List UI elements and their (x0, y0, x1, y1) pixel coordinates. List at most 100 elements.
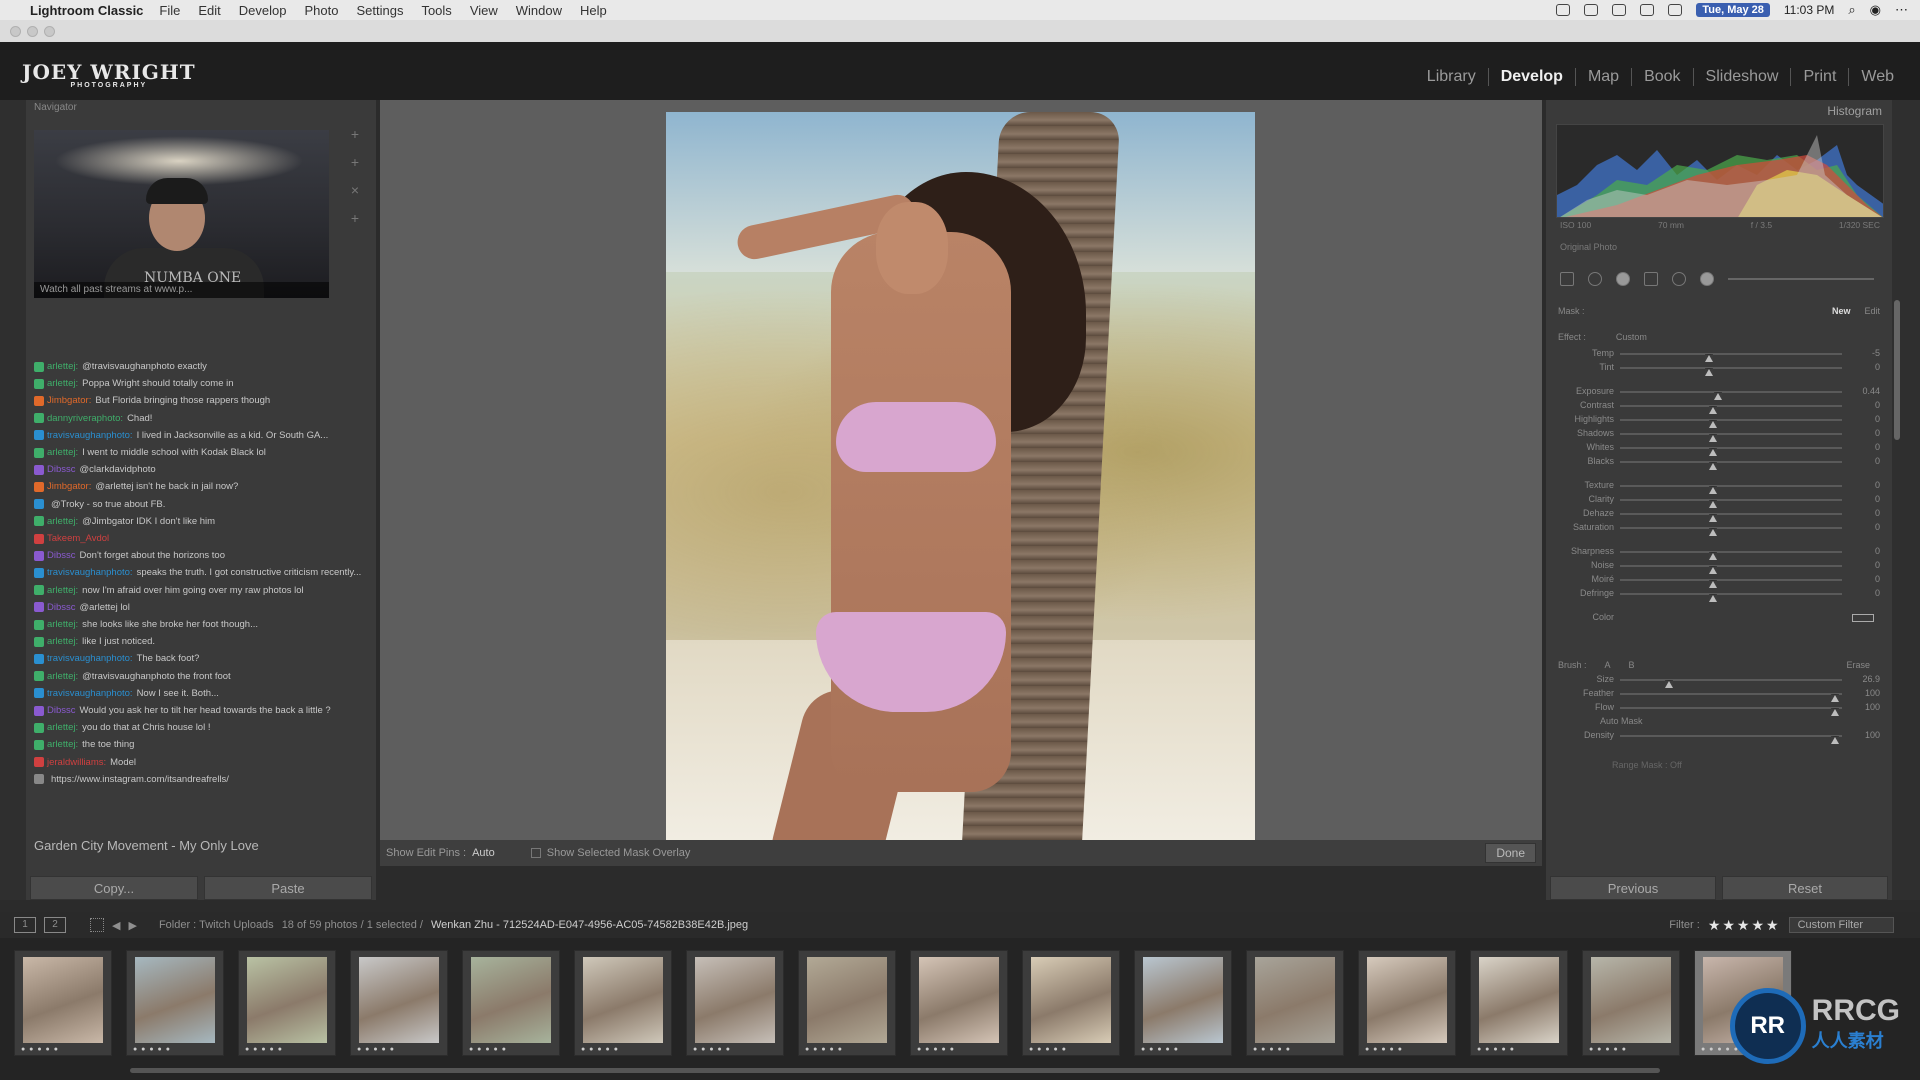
radial-filter-icon[interactable] (1672, 272, 1686, 286)
module-develop[interactable]: Develop (1487, 68, 1575, 86)
folder-path[interactable]: Folder : Twitch Uploads (159, 919, 274, 931)
slider-thumb[interactable] (1664, 680, 1673, 688)
slider-thumb[interactable] (1709, 594, 1718, 602)
slider-value[interactable]: 0 (1840, 560, 1880, 570)
slider-track[interactable] (1620, 565, 1842, 574)
slider-flow[interactable]: Flow 100 (1554, 702, 1888, 716)
filmstrip-thumbnail[interactable]: ● ● ● ● ● (1358, 950, 1456, 1056)
slider-thumb[interactable] (1831, 694, 1840, 702)
slider-value[interactable]: 0 (1840, 480, 1880, 490)
chat-username[interactable]: travisvaughanphoto: (47, 650, 133, 667)
slider-thumb[interactable] (1713, 392, 1722, 400)
module-print[interactable]: Print (1790, 68, 1848, 86)
slider-exposure[interactable]: Exposure 0.44 (1554, 386, 1888, 400)
menu-help[interactable]: Help (580, 3, 607, 18)
chat-username[interactable]: Jimbgator: (47, 478, 91, 495)
slider-track[interactable] (1620, 419, 1842, 428)
slider-contrast[interactable]: Contrast 0 (1554, 400, 1888, 414)
slider-value[interactable]: 0 (1840, 522, 1880, 532)
slider-value[interactable]: 0 (1840, 456, 1880, 466)
slider-thumb[interactable] (1709, 420, 1718, 428)
info-icon[interactable] (1612, 4, 1627, 16)
chat-username[interactable]: Dibssc (47, 461, 76, 478)
slider-value[interactable]: 0 (1840, 546, 1880, 556)
slider-size[interactable]: Size 26.9 (1554, 674, 1888, 688)
slider-thumb[interactable] (1709, 528, 1718, 536)
edit-pins-select[interactable]: Auto (472, 847, 495, 859)
navigator-preview[interactable]: NUMBA ONE Watch all past streams at www.… (34, 130, 329, 298)
auto-mask-checkbox[interactable]: Auto Mask (1600, 716, 1643, 726)
slider-blacks[interactable]: Blacks 0 (1554, 456, 1888, 470)
chat-username[interactable]: arlettej: (47, 375, 78, 392)
slider-thumb[interactable] (1831, 708, 1840, 716)
wifi-icon[interactable] (1668, 4, 1683, 16)
slider-value[interactable]: 0 (1840, 414, 1880, 424)
slider-highlights[interactable]: Highlights 0 (1554, 414, 1888, 428)
slider-thumb[interactable] (1831, 736, 1840, 744)
graduated-filter-icon[interactable] (1644, 272, 1658, 286)
custom-filter-select[interactable]: Custom Filter (1788, 917, 1894, 933)
effect-select[interactable]: Custom (1616, 332, 1647, 342)
slider-value[interactable]: -5 (1840, 348, 1880, 358)
slider-saturation[interactable]: Saturation 0 (1554, 522, 1888, 536)
slider-temp[interactable]: Temp -5 (1554, 348, 1888, 362)
spot-removal-icon[interactable] (1588, 272, 1602, 286)
slider-track[interactable] (1620, 391, 1842, 400)
chat-username[interactable]: Dibssc (47, 702, 76, 719)
mask-overlay-checkbox[interactable] (530, 848, 541, 858)
left-panel-edge[interactable] (0, 100, 26, 900)
chat-username[interactable]: arlettej: (47, 358, 78, 375)
menu-settings[interactable]: Settings (356, 3, 403, 18)
slider-track[interactable] (1620, 551, 1842, 560)
slider-density[interactable]: Density 100 (1554, 730, 1888, 744)
slider-thumb[interactable] (1709, 552, 1718, 560)
slider-whites[interactable]: Whites 0 (1554, 442, 1888, 456)
histogram-header[interactable]: Histogram (1546, 100, 1892, 122)
chat-username[interactable]: Dibssc (47, 547, 76, 564)
slider-value[interactable]: 0.44 (1840, 386, 1880, 396)
slider-defringe[interactable]: Defringe 0 (1554, 588, 1888, 602)
search-icon[interactable]: ⌕ (1848, 2, 1855, 18)
filmstrip-thumbnail[interactable]: ● ● ● ● ● (1470, 950, 1568, 1056)
slider-value[interactable]: 26.9 (1840, 674, 1880, 684)
chat-username[interactable]: arlettej: (47, 616, 78, 633)
filmstrip-thumbnail[interactable]: ● ● ● ● ● (126, 950, 224, 1056)
slider-track[interactable] (1620, 433, 1842, 442)
menu-view[interactable]: View (470, 3, 498, 18)
chat-username[interactable]: travisvaughanphoto: (47, 564, 133, 581)
histogram-graph[interactable] (1556, 124, 1884, 218)
filmstrip-thumbnail[interactable]: ● ● ● ● ● (1246, 950, 1344, 1056)
slider-track[interactable] (1620, 735, 1842, 744)
slider-value[interactable]: 0 (1840, 494, 1880, 504)
zoom-window-button[interactable] (44, 25, 55, 37)
slider-track[interactable] (1620, 579, 1842, 588)
menu-file[interactable]: File (159, 3, 180, 18)
slider-track[interactable] (1620, 461, 1842, 470)
close-icon[interactable]: × (351, 182, 359, 198)
paste-button[interactable]: Paste (204, 876, 372, 900)
menu-photo[interactable]: Photo (304, 3, 338, 18)
slider-track[interactable] (1620, 499, 1842, 508)
chat-username[interactable]: dannyriveraphoto: (47, 410, 123, 427)
slider-thumb[interactable] (1709, 500, 1718, 508)
module-library[interactable]: Library (1415, 68, 1488, 86)
red-eye-icon[interactable] (1616, 272, 1630, 286)
star-filter[interactable]: ★★★★★ (1708, 917, 1781, 934)
main-photo[interactable] (666, 112, 1255, 850)
chat-username[interactable]: arlettej: (47, 444, 78, 461)
slider-value[interactable]: 0 (1840, 574, 1880, 584)
slider-feather[interactable]: Feather 100 (1554, 688, 1888, 702)
slider-clarity[interactable]: Clarity 0 (1554, 494, 1888, 508)
filmstrip-thumbnail[interactable]: ● ● ● ● ● (1022, 950, 1120, 1056)
chat-username[interactable]: arlettej: (47, 513, 78, 530)
previous-button[interactable]: Previous (1550, 876, 1716, 900)
minimize-window-button[interactable] (27, 25, 38, 37)
tool-slider[interactable] (1728, 278, 1874, 280)
zoom-in-icon[interactable]: + (351, 126, 359, 142)
slider-track[interactable] (1620, 485, 1842, 494)
chat-username[interactable]: Jimbgator: (47, 392, 91, 409)
slider-value[interactable]: 100 (1840, 688, 1880, 698)
range-mask[interactable]: Range Mask : Off (1612, 760, 1682, 770)
filmstrip-thumbnail[interactable]: ● ● ● ● ● (350, 950, 448, 1056)
selected-filename[interactable]: Wenkan Zhu - 712524AD-E047-4956-AC05-745… (431, 919, 748, 931)
